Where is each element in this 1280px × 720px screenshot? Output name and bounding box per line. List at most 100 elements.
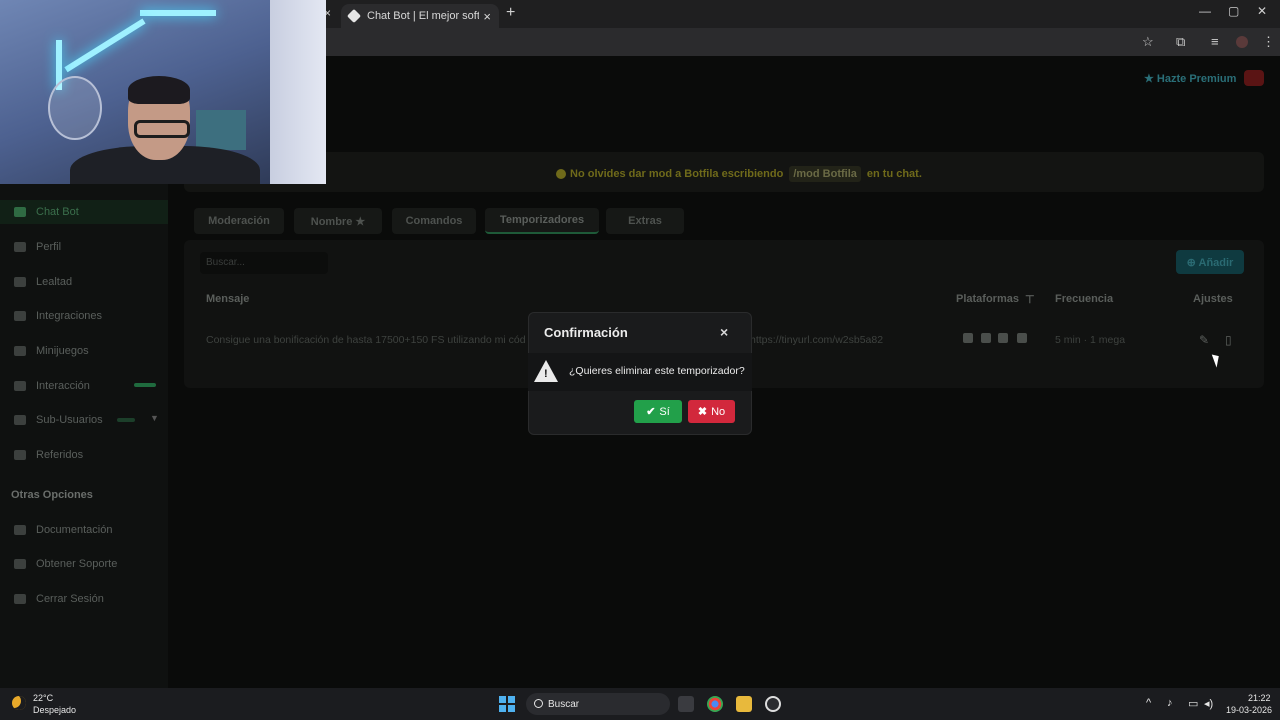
gamepad-icon [14, 346, 26, 356]
search-icon [534, 699, 543, 708]
microphone-icon[interactable]: ♪ [1167, 697, 1173, 709]
sidebar-item-documentacion[interactable]: Documentación [14, 524, 112, 536]
support-icon [14, 559, 26, 569]
sidebar-item-lealtad[interactable]: Lealtad [14, 276, 72, 288]
no-label: No [711, 405, 726, 418]
yes-label: Sí [659, 405, 670, 418]
profile-card-icon [14, 242, 26, 252]
add-timer-button[interactable]: ⊕ Añadir [1176, 250, 1244, 274]
network-icon[interactable]: ▭ [1188, 697, 1198, 710]
sidebar-item-label: Sub-Usuarios [36, 414, 103, 426]
sidebar-item-chat-bot[interactable]: Chat Bot [14, 206, 79, 218]
new-badge [134, 383, 156, 387]
bookmark-star-icon[interactable]: ☆ [1142, 34, 1154, 50]
taskbar-search[interactable]: Buscar [526, 693, 670, 715]
dialog-close-icon[interactable]: × [720, 324, 728, 340]
trash-icon[interactable]: ▯ [1225, 333, 1232, 347]
tab-comandos[interactable]: Comandos [392, 208, 476, 234]
new-tab-icon[interactable]: + [506, 4, 515, 22]
sidebar-item-label: Minijuegos [36, 345, 89, 357]
profile-icon[interactable] [1236, 36, 1248, 48]
sidebar-item-interaccion[interactable]: Interacción [14, 380, 90, 392]
tab-moderacion[interactable]: Moderación [194, 208, 284, 234]
file-explorer-icon[interactable] [736, 696, 752, 712]
premium-link[interactable]: ★ Hazte Premium [1144, 72, 1236, 85]
tray-chevron-icon[interactable]: ^ [1146, 697, 1151, 709]
column-header-platforms: Plataformas [956, 293, 1019, 305]
logout-icon [14, 594, 26, 604]
tab-extras[interactable]: Extras [606, 208, 684, 234]
table-row-message: Consigue una bonificación de hasta 17500… [206, 334, 526, 346]
tab-nombre[interactable]: Nombre ★ [294, 208, 382, 234]
column-header-frequency: Frecuencia [1055, 293, 1114, 305]
table-row-frequency: 5 min · 1 mega [1055, 334, 1126, 346]
bed [196, 110, 246, 150]
weather-desc[interactable]: Despejado [33, 705, 76, 715]
warning-mark: ! [544, 368, 548, 380]
close-icon: ✖ [697, 406, 708, 418]
column-header-settings: Ajustes [1193, 293, 1233, 305]
sidebar-item-label: Documentación [36, 524, 113, 536]
search-input[interactable]: Buscar... [200, 252, 328, 274]
users-icon [14, 415, 26, 425]
sidebar-item-label: Interacción [36, 380, 90, 392]
maximize-icon[interactable]: ▢ [1228, 4, 1239, 18]
weather-temp[interactable]: 22°C [33, 693, 53, 703]
avatar[interactable] [1244, 70, 1264, 86]
sub-users-badge [117, 418, 135, 422]
sidebar-item-referidos[interactable]: Referidos [14, 449, 83, 461]
extensions-icon[interactable]: ⧉ [1176, 34, 1185, 50]
music-icon [14, 381, 26, 391]
sidebar-item-minijuegos[interactable]: Minijuegos [14, 345, 89, 357]
sidebar-item-label: Perfil [36, 241, 62, 253]
platform-youtube-icon [998, 333, 1008, 343]
taskbar-search-label: Buscar [548, 698, 580, 710]
sidebar-item-label: Chat Bot [36, 206, 79, 218]
volume-icon[interactable]: ◂) [1204, 697, 1213, 710]
moon-icon[interactable] [12, 696, 26, 710]
chrome-icon[interactable] [707, 696, 723, 712]
sidebar-item-perfil[interactable]: Perfil [14, 241, 61, 253]
site-favicon-icon [346, 8, 362, 24]
sidebar-item-sub-usuarios[interactable]: Sub-Usuarios [14, 414, 103, 426]
window-close-icon[interactable]: ✕ [1257, 4, 1267, 18]
tab-close-icon[interactable]: × [483, 9, 491, 24]
sidebar-item-integraciones[interactable]: Integraciones [14, 310, 102, 322]
sidebar-item-label: Referidos [36, 449, 84, 461]
chevron-down-icon[interactable]: ▼ [150, 413, 159, 423]
media-control-icon[interactable]: ≡ [1211, 34, 1219, 49]
neon-light [140, 10, 216, 16]
confirm-yes-button[interactable]: ✔ Sí [634, 400, 682, 423]
notice-text: No olvides dar mod a Botfila escribiendo… [556, 166, 922, 182]
sidebar-item-soporte[interactable]: Obtener Soporte [14, 558, 117, 570]
platform-twitch-icon [981, 333, 991, 343]
webcam-overlay [0, 0, 326, 184]
edit-icon[interactable]: ✎ [1199, 333, 1209, 347]
notice-text-before: No olvides dar mod a Botfila escribiendo [570, 168, 784, 180]
windows-start-icon[interactable] [499, 696, 515, 712]
notice-code: /mod Botfila [789, 166, 861, 182]
task-view-icon[interactable] [678, 696, 694, 712]
check-icon: ✔ [646, 406, 656, 418]
filter-icon[interactable]: ⊤ [1025, 293, 1035, 306]
platform-kick-icon [963, 333, 973, 343]
fan [48, 76, 102, 140]
clock-time[interactable]: 21:22 [1248, 693, 1271, 703]
person-hair [128, 76, 190, 104]
person-glasses [134, 120, 190, 138]
sidebar-item-label: Cerrar Sesión [36, 593, 104, 605]
confirm-no-button[interactable]: ✖ No [688, 400, 735, 423]
browser-tab-active[interactable]: Chat Bot | El mejor software pa × [341, 4, 499, 28]
menu-dots-icon[interactable]: ⋮ [1262, 34, 1275, 50]
referrals-icon [14, 450, 26, 460]
webcam-door [270, 0, 326, 184]
app-icon[interactable] [765, 696, 781, 712]
tab-temporizadores[interactable]: Temporizadores [485, 208, 599, 234]
table-row-link[interactable]: https://tinyurl.com/w2sb5a82 [750, 334, 883, 346]
sidebar-item-cerrar-sesion[interactable]: Cerrar Sesión [14, 593, 104, 605]
minimize-icon[interactable]: — [1199, 4, 1211, 18]
tab-title: Chat Bot | El mejor software pa [367, 10, 480, 22]
sidebar-section-heading: Otras Opciones [11, 489, 93, 501]
clock-date[interactable]: 19-03-2026 [1226, 705, 1272, 715]
trophy-icon [14, 277, 26, 287]
